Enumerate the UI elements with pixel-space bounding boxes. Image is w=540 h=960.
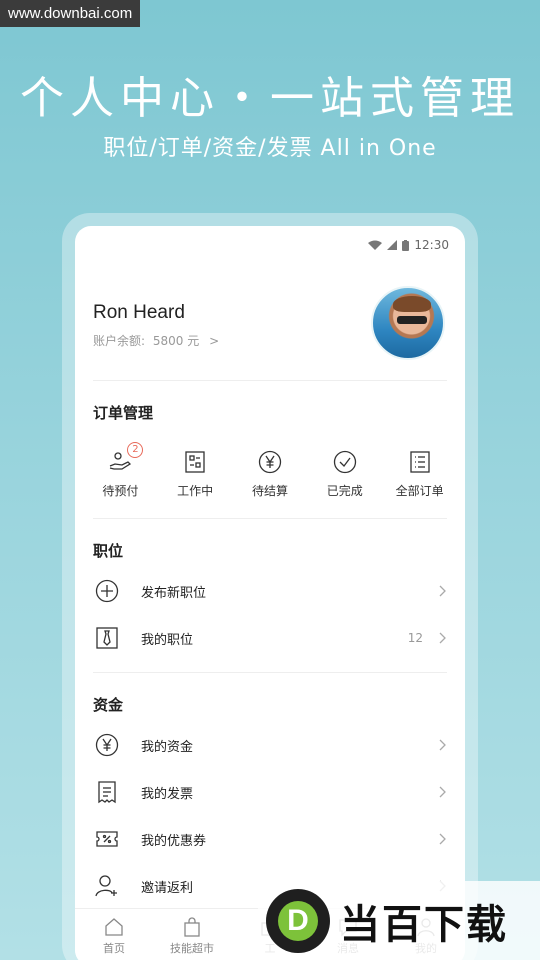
battery-icon: [402, 239, 410, 251]
check-circle-icon: [333, 450, 356, 474]
funds-section-title: 资金: [93, 696, 124, 714]
avatar[interactable]: [371, 286, 445, 360]
order-pending-settlement[interactable]: 待结算: [233, 446, 307, 510]
brand-text: 当百下载: [340, 901, 508, 948]
order-status-label: 工作中: [177, 484, 214, 498]
status-time: 12:30: [414, 238, 449, 252]
plus-circle-icon: [95, 579, 119, 603]
my-invoices-row[interactable]: 我的发票: [93, 769, 447, 815]
order-status-label: 已完成: [326, 484, 363, 498]
tab-skill-market[interactable]: 技能超市: [157, 909, 227, 960]
tie-icon: [96, 627, 118, 649]
my-funds-row[interactable]: 我的资金: [93, 722, 447, 768]
jobs-section-title: 职位: [93, 542, 124, 560]
yen-circle-icon: [258, 450, 282, 474]
user-name: Ron Heard: [93, 302, 185, 323]
yen-circle-icon: [95, 733, 119, 757]
phone-screen: 12:30 Ron Heard 账户余额: 5800 元 > 订单管理 2 待预…: [75, 226, 465, 960]
order-in-progress[interactable]: 工作中: [158, 446, 232, 510]
my-jobs-row[interactable]: 我的职位 12: [93, 615, 447, 661]
chevron-right-icon: [439, 786, 446, 798]
pending-prepay-badge: 2: [127, 442, 144, 458]
order-completed[interactable]: 已完成: [308, 446, 382, 510]
divider: [93, 672, 447, 673]
chevron-right-icon: [439, 833, 446, 845]
hero-title: 个人中心・一站式管理: [20, 73, 520, 124]
chevron-right-icon: >: [209, 334, 220, 348]
home-icon: [105, 918, 123, 936]
list-icon: [409, 451, 430, 473]
site-watermark: www.downbai.com: [0, 0, 141, 27]
row-label: 我的发票: [141, 786, 194, 802]
my-jobs-count: 12: [407, 631, 423, 645]
my-coupons-row[interactable]: 我的优惠券: [93, 816, 447, 862]
balance-label: 账户余额:: [93, 334, 146, 348]
add-user-icon: [95, 875, 117, 897]
shopping-bag-icon: [184, 917, 200, 937]
order-pending-prepay[interactable]: 2 待预付: [83, 442, 157, 510]
tab-label: 技能超市: [170, 942, 214, 955]
account-balance[interactable]: 账户余额: 5800 元 >: [93, 332, 219, 349]
tab-label: 首页: [103, 942, 125, 955]
tab-home[interactable]: 首页: [79, 909, 149, 960]
order-status-label: 待结算: [251, 484, 288, 498]
order-all[interactable]: 全部订单: [383, 446, 457, 510]
order-status-label: 全部订单: [395, 484, 444, 498]
orders-section-title: 订单管理: [93, 404, 154, 422]
row-label: 发布新职位: [141, 585, 207, 601]
order-status-label: 待预付: [102, 484, 139, 498]
row-label: 我的资金: [141, 739, 194, 755]
balance-value: 5800 元: [152, 334, 200, 348]
chevron-right-icon: [439, 739, 446, 751]
post-new-job-row[interactable]: 发布新职位: [93, 568, 447, 614]
chevron-right-icon: [439, 632, 446, 644]
wifi-icon: [368, 240, 383, 250]
profile-header: Ron Heard 账户余额: 5800 元 >: [93, 286, 447, 382]
brand-logo: D: [266, 888, 330, 953]
brand-logo-letter: D: [278, 900, 318, 941]
receipt-icon: [98, 781, 116, 804]
divider: [93, 380, 447, 381]
row-label: 我的职位: [141, 632, 194, 648]
cellular-signal-icon: [387, 240, 398, 250]
row-label: 我的优惠券: [141, 833, 207, 849]
clipboard-icon: [185, 451, 205, 473]
status-bar: 12:30: [368, 238, 449, 252]
brand-watermark: D 当百下载: [258, 881, 540, 960]
order-status-row: 2 待预付 工作中 待结算 已完成 全部订单: [83, 442, 457, 510]
coupon-icon: [96, 831, 118, 847]
hero-subtitle: 职位/订单/资金/发票 All in One: [103, 136, 437, 161]
chevron-right-icon: [439, 585, 446, 597]
divider: [93, 518, 447, 519]
